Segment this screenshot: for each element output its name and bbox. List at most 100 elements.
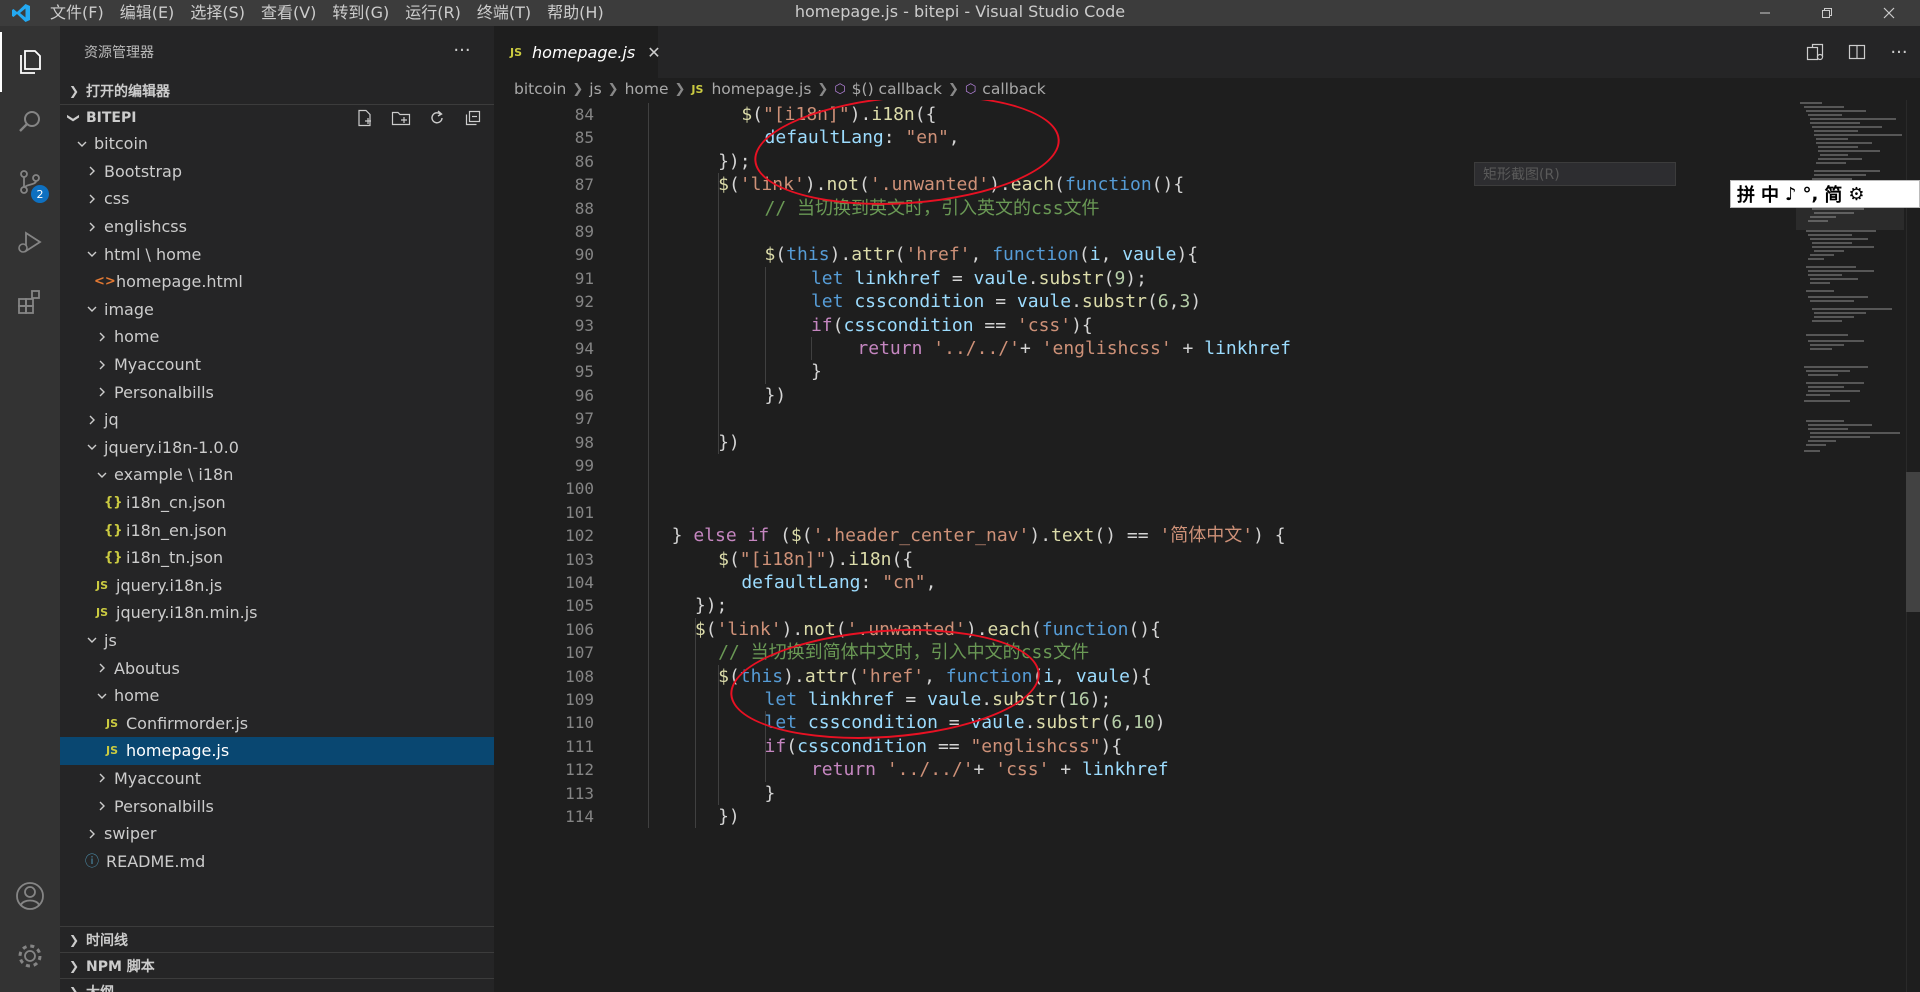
tree-folder[interactable]: Bootstrap bbox=[60, 158, 494, 186]
source-control-icon[interactable]: 2 bbox=[0, 152, 60, 212]
code-line[interactable]: $('link').not('.unwanted').each(function… bbox=[718, 173, 1184, 196]
run-debug-icon[interactable] bbox=[0, 212, 60, 272]
code-line[interactable]: }) bbox=[718, 805, 740, 828]
code-line[interactable]: }); bbox=[695, 594, 728, 617]
tree-folder[interactable]: Myaccount bbox=[60, 765, 494, 793]
tree-folder[interactable]: js bbox=[60, 627, 494, 655]
open-changes-icon[interactable] bbox=[1794, 32, 1836, 72]
tree-file[interactable]: JS jquery.i18n.js bbox=[60, 572, 494, 600]
new-file-icon[interactable] bbox=[352, 107, 378, 129]
split-editor-icon[interactable] bbox=[1836, 32, 1878, 72]
close-tab-icon[interactable]: ✕ bbox=[647, 43, 660, 62]
code-line[interactable]: if(csscondition == "englishcss"){ bbox=[765, 735, 1123, 758]
code-line[interactable]: $(this).attr('href', function(i, vaule){ bbox=[718, 665, 1152, 688]
accounts-icon[interactable] bbox=[0, 866, 60, 926]
ime-button[interactable]: 中 bbox=[1761, 181, 1779, 207]
tree-folder[interactable]: Aboutus bbox=[60, 654, 494, 682]
code-line[interactable]: // 当切换到英文时，引入英文的css文件 bbox=[765, 197, 1100, 220]
tree-folder[interactable]: swiper bbox=[60, 820, 494, 848]
code-line[interactable]: $("[i18n]").i18n({ bbox=[741, 103, 936, 126]
tree-file[interactable]: {} i18n_en.json bbox=[60, 516, 494, 544]
menu-item[interactable]: 转到(G) bbox=[324, 0, 397, 26]
menu-item[interactable]: 帮助(H) bbox=[539, 0, 612, 26]
sidebar-section[interactable]: ❯ NPM 脚本 bbox=[60, 952, 494, 978]
breadcrumb-item[interactable]: homepage.js bbox=[711, 80, 811, 98]
extensions-icon[interactable] bbox=[0, 272, 60, 332]
ime-button[interactable]: 拼 bbox=[1737, 181, 1755, 207]
code-line[interactable]: let csscondition = vaule.substr(6,10) bbox=[765, 711, 1166, 734]
code-line[interactable]: return '../../'+ 'englishcss' + linkhref bbox=[857, 337, 1291, 360]
tree-file[interactable]: JS jquery.i18n.min.js bbox=[60, 599, 494, 627]
ime-button[interactable]: ⚙ bbox=[1848, 184, 1864, 205]
open-editors-section[interactable]: ❯ 打开的编辑器 bbox=[60, 78, 494, 104]
explorer-icon[interactable] bbox=[0, 32, 60, 92]
code-line[interactable]: let linkhref = vaule.substr(9); bbox=[811, 267, 1147, 290]
code-editor[interactable]: 84 85 86 87 88 89 90 91 92 93 94 95 96 97 98 99 100 101 10… bbox=[494, 100, 1920, 992]
collapse-all-icon[interactable] bbox=[460, 107, 486, 129]
more-actions-icon[interactable]: ··· bbox=[450, 38, 474, 62]
code-line[interactable]: } bbox=[765, 782, 776, 805]
tree-file[interactable]: JS homepage.js bbox=[60, 737, 494, 765]
close-window-button[interactable] bbox=[1858, 0, 1920, 26]
tree-folder[interactable]: example \ i18n bbox=[60, 461, 494, 489]
breadcrumb-item[interactable]: callback bbox=[982, 80, 1045, 98]
ime-button[interactable]: 简 bbox=[1824, 181, 1842, 207]
breadcrumb-item[interactable]: bitcoin bbox=[514, 80, 566, 98]
code-line[interactable]: // 当切换到简体中文时，引入中文的css文件 bbox=[718, 641, 1089, 664]
code-line[interactable]: return '../../'+ 'css' + linkhref bbox=[811, 758, 1169, 781]
code-line[interactable]: $('link').not('.unwanted').each(function… bbox=[695, 618, 1161, 641]
tree-file[interactable]: {} i18n_cn.json bbox=[60, 489, 494, 517]
menu-item[interactable]: 编辑(E) bbox=[112, 0, 183, 26]
sidebar-section[interactable]: ❯ 大纲 bbox=[60, 978, 494, 992]
code-line[interactable]: }) bbox=[718, 431, 740, 454]
menu-item[interactable]: 选择(S) bbox=[182, 0, 253, 26]
menu-item[interactable]: 查看(V) bbox=[253, 0, 324, 26]
code-line[interactable]: }); bbox=[718, 150, 751, 173]
code-line[interactable]: } bbox=[811, 360, 822, 383]
tree-file[interactable]: {} i18n_tn.json bbox=[60, 544, 494, 572]
search-icon[interactable] bbox=[0, 92, 60, 152]
code-line[interactable]: }) bbox=[765, 384, 787, 407]
breadcrumb-item[interactable]: js bbox=[589, 80, 601, 98]
tab-homepage-js[interactable]: JS homepage.js ✕ bbox=[494, 26, 661, 78]
code-line[interactable]: let linkhref = vaule.substr(16); bbox=[765, 688, 1112, 711]
code-line[interactable]: defaultLang: "cn", bbox=[741, 571, 936, 594]
tree-folder[interactable]: jq bbox=[60, 406, 494, 434]
tree-file[interactable]: JS Confirmorder.js bbox=[60, 709, 494, 737]
menu-item[interactable]: 终端(T) bbox=[469, 0, 539, 26]
code-line[interactable]: defaultLang: "en", bbox=[765, 126, 960, 149]
tree-folder[interactable]: Personalbills bbox=[60, 792, 494, 820]
tree-folder[interactable]: image bbox=[60, 296, 494, 324]
tree-folder[interactable]: home bbox=[60, 682, 494, 710]
tree-folder[interactable]: home bbox=[60, 323, 494, 351]
code-line[interactable]: let csscondition = vaule.substr(6,3) bbox=[811, 290, 1201, 313]
code-line[interactable]: $(this).attr('href', function(i, vaule){ bbox=[765, 243, 1199, 266]
vertical-scrollbar[interactable] bbox=[1906, 100, 1920, 992]
project-section[interactable]: ❯ BITEPI bbox=[60, 104, 494, 130]
tree-folder[interactable]: englishcss bbox=[60, 213, 494, 241]
menu-item[interactable]: 文件(F) bbox=[42, 0, 112, 26]
tree-folder[interactable]: html \ home bbox=[60, 240, 494, 268]
tree-folder[interactable]: jquery.i18n-1.0.0 bbox=[60, 434, 494, 462]
code-line[interactable]: $("[i18n]").i18n({ bbox=[718, 548, 913, 571]
minimap[interactable] bbox=[1796, 100, 1906, 992]
tree-folder[interactable]: css bbox=[60, 185, 494, 213]
menu-item[interactable]: 运行(R) bbox=[397, 0, 469, 26]
code-line[interactable]: if(csscondition == 'css'){ bbox=[811, 314, 1093, 337]
ime-button[interactable]: °, bbox=[1803, 184, 1819, 205]
sidebar-section[interactable]: ❯ 时间线 bbox=[60, 926, 494, 952]
tree-file[interactable]: <> homepage.html bbox=[60, 268, 494, 296]
breadcrumb-item[interactable]: $() callback bbox=[852, 80, 942, 98]
breadcrumb-item[interactable]: home bbox=[625, 80, 669, 98]
tree-folder[interactable]: Myaccount bbox=[60, 351, 494, 379]
tree-folder[interactable]: Personalbills bbox=[60, 378, 494, 406]
tree-file[interactable]: ⓘ README.md bbox=[60, 847, 494, 875]
code-line[interactable]: } else if ($('.header_center_nav').text(… bbox=[672, 524, 1286, 547]
minimize-button[interactable] bbox=[1734, 0, 1796, 26]
tree-folder[interactable]: bitcoin bbox=[60, 130, 494, 158]
ime-button[interactable]: ♪ bbox=[1785, 184, 1797, 205]
settings-gear-icon[interactable] bbox=[0, 926, 60, 986]
restore-button[interactable] bbox=[1796, 0, 1858, 26]
more-editor-actions-icon[interactable]: ··· bbox=[1878, 32, 1920, 72]
new-folder-icon[interactable] bbox=[388, 107, 414, 129]
